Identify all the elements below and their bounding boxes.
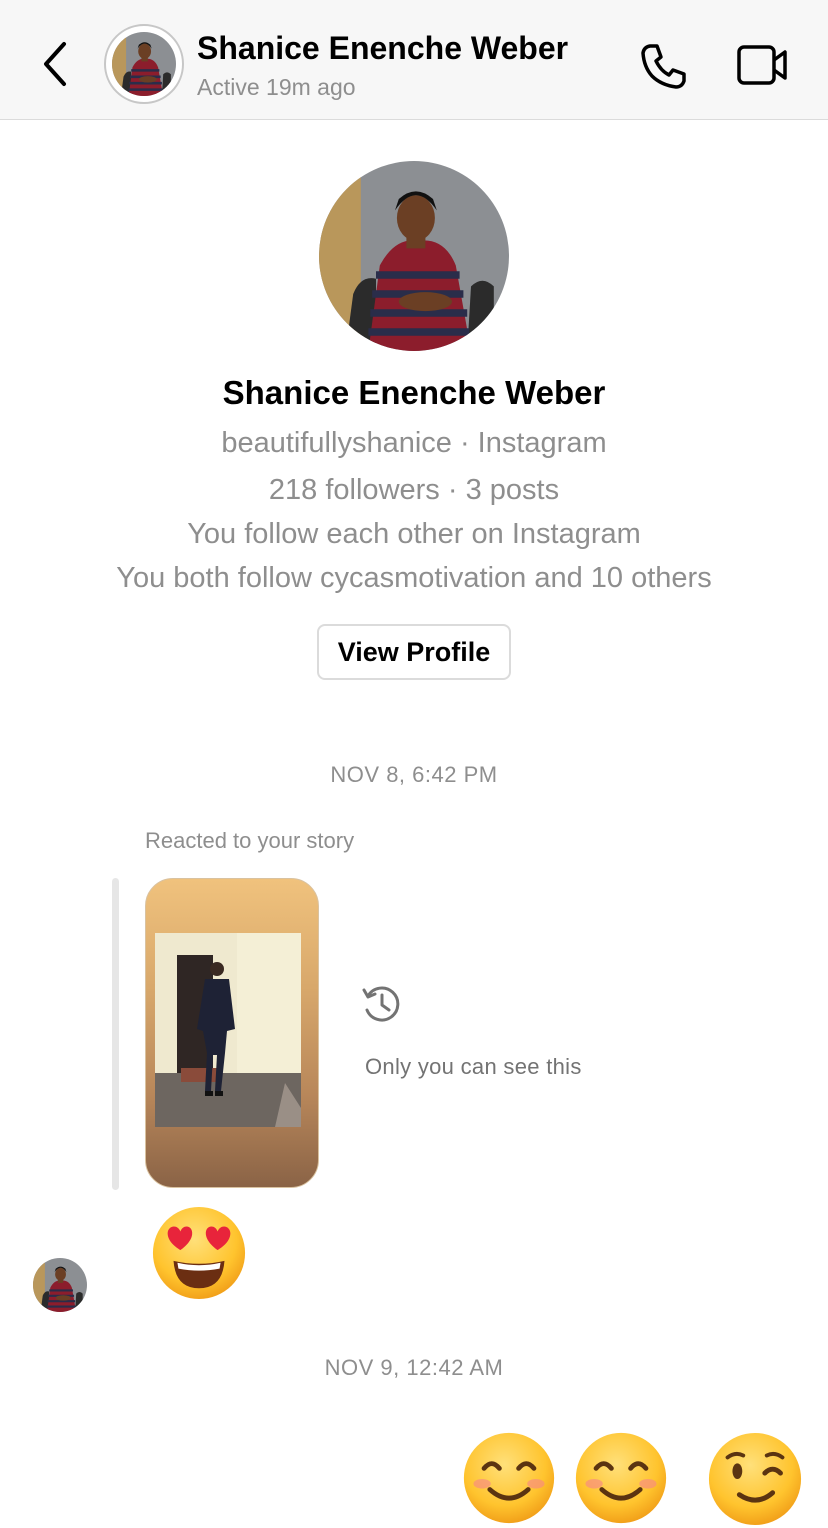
chat-header: Shanice Enenche Weber Active 19m ago [0,0,828,120]
view-profile-button[interactable]: View Profile [317,624,511,680]
video-call-button[interactable] [734,40,792,90]
story-thumbnail [155,933,301,1127]
story-reply-label: Reacted to your story [145,828,355,853]
audio-call-button[interactable] [636,38,692,94]
profile-photo[interactable] [319,161,509,351]
profile-stats: 218 followers · 3 posts [268,474,560,506]
profile-handle: beautifullyshanice · Instagram [221,427,607,459]
common-follows-note: You both follow cycasmotivation and 10 o… [116,562,712,594]
video-camera-icon [737,45,787,85]
smiling-eyes-emoji[interactable] [461,1430,557,1526]
reply-indicator-bar [112,878,119,1190]
header-avatar[interactable] [104,24,184,104]
story-preview[interactable] [145,878,319,1188]
mutual-follow-note: You follow each other on Instagram [187,518,641,550]
heart-eyes-emoji[interactable] [150,1204,248,1302]
active-status: Active 19m ago [197,74,356,100]
back-button[interactable] [34,38,78,90]
chevron-left-icon [44,42,66,86]
winking-emoji[interactable] [706,1430,804,1528]
smiling-eyes-emoji[interactable] [573,1430,669,1526]
message-timestamp: NOV 9, 12:42 AM [324,1355,504,1380]
sender-avatar[interactable] [33,1258,87,1312]
avatar [112,32,176,96]
phone-icon [641,44,686,89]
profile-name: Shanice Enenche Weber [222,374,606,411]
header-contact-name[interactable]: Shanice Enenche Weber [197,30,568,67]
message-timestamp: NOV 8, 6:42 PM [330,762,498,787]
history-clock-icon [361,982,403,1026]
story-privacy-note: Only you can see this [365,1054,582,1079]
